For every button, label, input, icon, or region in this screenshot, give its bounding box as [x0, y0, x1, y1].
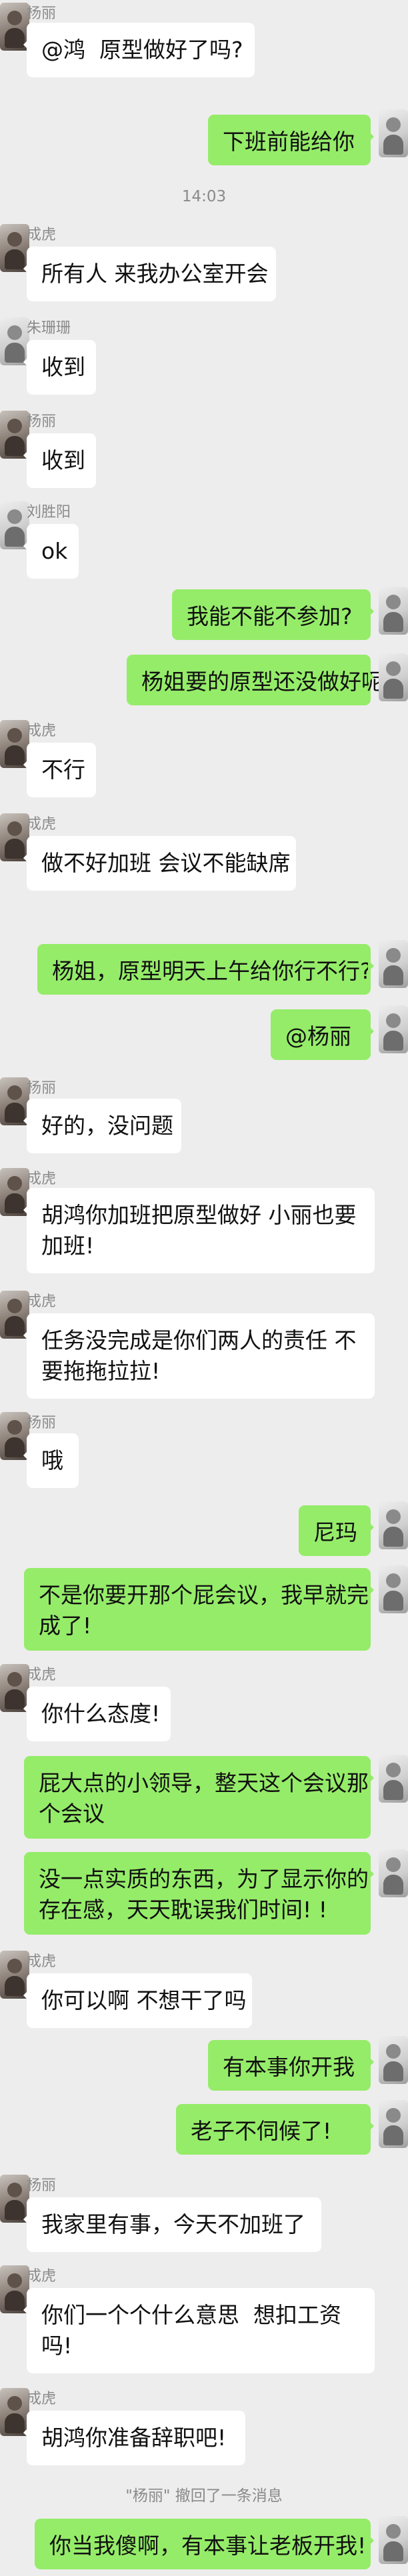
- message-bubble[interactable]: 屁大点的小领导，整天这个会议那 个会议: [24, 1756, 374, 1839]
- timestamp: 14:03: [181, 188, 227, 205]
- message-row-outgoing: 杨姐，原型明天上午给你行不行?: [0, 940, 408, 1000]
- message-bubble[interactable]: 收到: [23, 340, 96, 395]
- avatar[interactable]: [379, 653, 408, 701]
- message-row-outgoing: 下班前能给你: [0, 109, 408, 169]
- avatar[interactable]: [379, 2516, 408, 2564]
- sender-name: 成虎: [27, 2268, 57, 2285]
- sender-name: 成虎: [27, 1667, 57, 1683]
- message-bubble[interactable]: 所有人 来我办公室开会: [23, 247, 276, 301]
- message-bubble[interactable]: 你当我傻啊，有本事让老板开我!: [35, 2519, 374, 2569]
- message-row-incoming: 成虎 胡鸿你加班把原型做好 小丽也要 加班!: [0, 1168, 408, 1281]
- message-row-incoming: 成虎 胡鸿你准备辞职吧!: [0, 2388, 408, 2475]
- sender-name: 杨丽: [27, 1080, 57, 1097]
- message-row-outgoing: 老子不伺候了!: [0, 2100, 408, 2160]
- message-row-incoming: 朱珊珊 收到: [0, 317, 408, 404]
- message-row-incoming: 成虎 你可以啊 不想干了吗: [0, 1951, 408, 2037]
- message-bubble[interactable]: 有本事你开我: [208, 2040, 374, 2091]
- sender-name: 杨丽: [27, 2177, 57, 2194]
- avatar[interactable]: [379, 1005, 408, 1053]
- message-bubble[interactable]: 收到: [23, 433, 96, 488]
- message-row-outgoing: @杨丽: [0, 1005, 408, 1065]
- sender-name: 杨丽: [27, 413, 57, 430]
- message-bubble[interactable]: 我家里有事，今天不加班了: [23, 2197, 321, 2252]
- message-bubble[interactable]: 不是你要开那个屁会议，我早就完 成了!: [24, 1568, 374, 1651]
- message-bubble[interactable]: @鸿 原型做好了吗?: [23, 23, 255, 77]
- message-row-incoming: 刘胜阳 ok: [0, 501, 408, 588]
- avatar[interactable]: [379, 1565, 408, 1613]
- message-bubble[interactable]: 做不好加班 会议不能缺席: [23, 836, 296, 891]
- avatar[interactable]: [379, 1755, 408, 1803]
- avatar[interactable]: [379, 1849, 408, 1897]
- message-row-outgoing: 没一点实质的东西，为了显示你的 存在感，天天耽误我们时间! !: [0, 1849, 408, 1943]
- avatar[interactable]: [379, 109, 408, 157]
- sender-name: 成虎: [27, 1171, 57, 1187]
- message-bubble[interactable]: 你们一个个什么意思 想扣工资 吗!: [23, 2288, 375, 2373]
- message-row-incoming: 成虎 不行: [0, 720, 408, 807]
- sender-name: 成虎: [27, 723, 57, 739]
- sender-name: 成虎: [27, 1293, 57, 1310]
- message-row-incoming: 成虎 你什么态度!: [0, 1664, 408, 1751]
- message-row-incoming: 杨丽 收到: [0, 411, 408, 497]
- sender-name: 朱珊珊: [27, 320, 71, 337]
- message-row-incoming: 杨丽 好的，没问题: [0, 1077, 408, 1171]
- sender-name: 刘胜阳: [27, 504, 71, 521]
- message-row-outgoing: 有本事你开我: [0, 2036, 408, 2096]
- message-row-incoming: 成虎 你们一个个什么意思 想扣工资 吗!: [0, 2265, 408, 2379]
- avatar[interactable]: [379, 2036, 408, 2084]
- message-bubble[interactable]: 好的，没问题: [23, 1099, 181, 1153]
- avatar[interactable]: [379, 940, 408, 988]
- message-bubble[interactable]: ok: [23, 524, 79, 579]
- sender-name: 成虎: [27, 227, 57, 243]
- message-row-incoming: 成虎 所有人 来我办公室开会: [0, 224, 408, 311]
- avatar[interactable]: [379, 1501, 408, 1549]
- message-row-outgoing: 你当我傻啊，有本事让老板开我!: [0, 2516, 408, 2576]
- message-row-outgoing: 尼玛: [0, 1501, 408, 1561]
- message-row-outgoing: 我能不能不参加?: [0, 587, 408, 647]
- message-row-incoming: 杨丽 @鸿 原型做好了吗?: [0, 3, 408, 96]
- sender-name: 杨丽: [27, 1415, 57, 1431]
- message-row-incoming: 成虎 任务没完成是你们两人的责任 不 要拖拖拉拉!: [0, 1291, 408, 1404]
- message-row-outgoing: 屁大点的小领导，整天这个会议那 个会议: [0, 1755, 408, 1848]
- sender-name: 杨丽: [27, 5, 57, 22]
- message-bubble[interactable]: 下班前能给你: [208, 115, 374, 165]
- sender-name: 成虎: [27, 816, 57, 833]
- message-bubble[interactable]: 没一点实质的东西，为了显示你的 存在感，天天耽误我们时间! !: [24, 1852, 374, 1935]
- message-bubble[interactable]: 不行: [23, 743, 96, 797]
- message-bubble[interactable]: 你什么态度!: [23, 1687, 171, 1741]
- message-bubble[interactable]: 任务没完成是你们两人的责任 不 要拖拖拉拉!: [23, 1313, 375, 1399]
- message-bubble[interactable]: 老子不伺候了!: [176, 2104, 374, 2155]
- message-bubble[interactable]: 杨姐要的原型还没做好呢: [127, 655, 383, 705]
- message-bubble[interactable]: 胡鸿你加班把原型做好 小丽也要 加班!: [23, 1188, 375, 1273]
- sender-name: 成虎: [27, 2391, 57, 2407]
- avatar[interactable]: [379, 587, 408, 635]
- sender-name: 成虎: [27, 1953, 57, 1970]
- message-bubble[interactable]: 胡鸿你准备辞职吧!: [23, 2411, 245, 2465]
- message-row-outgoing: 不是你要开那个屁会议，我早就完 成了!: [0, 1565, 408, 1659]
- message-row-incoming: 成虎 做不好加班 会议不能缺席: [0, 813, 408, 900]
- message-row-incoming: 杨丽 我家里有事，今天不加班了: [0, 2175, 408, 2261]
- message-bubble[interactable]: 尼玛: [299, 1505, 374, 1556]
- message-bubble[interactable]: 哦: [23, 1433, 79, 1488]
- message-bubble[interactable]: 杨姐，原型明天上午给你行不行?: [37, 944, 374, 995]
- message-bubble[interactable]: 我能不能不参加?: [172, 589, 374, 640]
- message-row-outgoing: 杨姐要的原型还没做好呢: [0, 653, 408, 713]
- recall-notice: "杨丽" 撤回了一条消息: [125, 2487, 283, 2505]
- message-bubble[interactable]: @杨丽: [271, 1009, 374, 1060]
- message-row-incoming: 杨丽 哦: [0, 1412, 408, 1499]
- chat-message-list[interactable]: 杨丽 @鸿 原型做好了吗? 下班前能给你 14:03 成虎 所有人 来我办公室开…: [0, 0, 408, 2576]
- avatar[interactable]: [379, 2100, 408, 2148]
- message-bubble[interactable]: 你可以啊 不想干了吗: [23, 1973, 252, 2028]
